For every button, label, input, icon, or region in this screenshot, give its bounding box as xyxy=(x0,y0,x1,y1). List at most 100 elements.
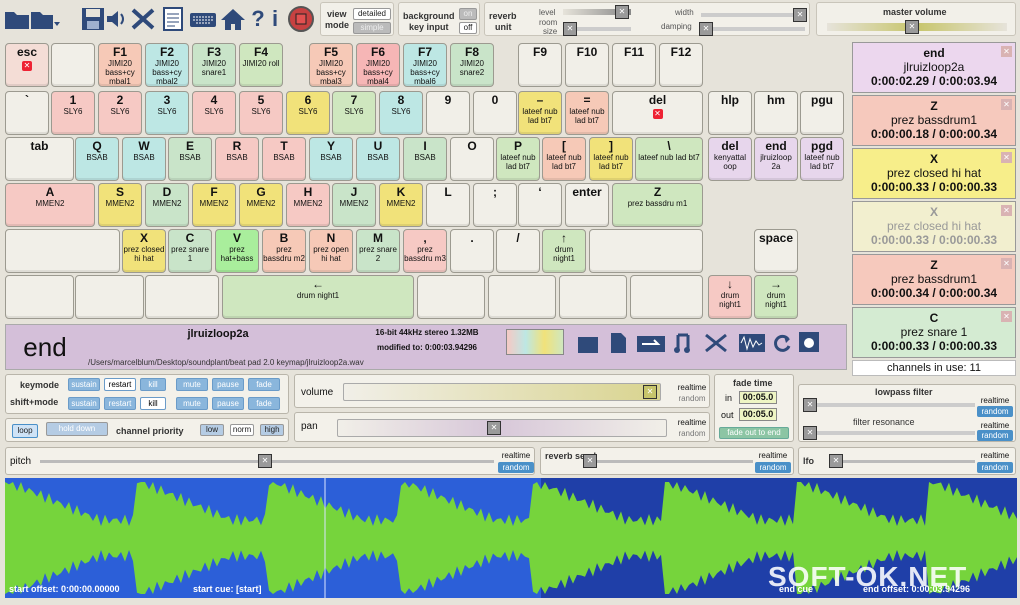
shift-sustain-button[interactable]: sustain xyxy=(68,397,100,410)
lfo-knob[interactable]: ✕ xyxy=(829,454,843,468)
key-47[interactable]: A MMEN2 xyxy=(5,183,95,227)
sustain-button[interactable]: sustain xyxy=(68,378,100,391)
keyboard-icon[interactable] xyxy=(188,3,218,35)
damping-knob[interactable]: ✕ xyxy=(699,22,713,36)
blank-key[interactable] xyxy=(589,229,703,273)
key-19[interactable]: 6 SLY6 xyxy=(286,91,330,135)
key-26[interactable]: del ✕ xyxy=(612,91,703,135)
key-68[interactable]: / xyxy=(496,229,540,273)
key-69[interactable]: ↑ drum night1 xyxy=(542,229,586,273)
key-5[interactable]: F5 JIMI20 bass+cy mbal3 xyxy=(309,43,353,87)
mute-button[interactable]: mute xyxy=(176,378,208,391)
key-39[interactable]: O xyxy=(450,137,494,181)
key-59[interactable]: Zprez bassdru m1 xyxy=(612,183,703,227)
key-11[interactable]: F11 xyxy=(612,43,656,87)
blank-key[interactable] xyxy=(630,275,703,319)
blank-key[interactable] xyxy=(488,275,556,319)
key-44[interactable]: del kenyattal oop xyxy=(708,137,752,181)
lowpass-random-button[interactable]: random xyxy=(977,406,1013,417)
key-46[interactable]: pgd lateef nub lad bt7 xyxy=(800,137,844,181)
key-52[interactable]: H MMEN2 xyxy=(286,183,330,227)
key-57[interactable]: ‘ xyxy=(518,183,562,227)
pan-slider[interactable] xyxy=(337,419,667,437)
room-size-knob[interactable]: ✕ xyxy=(563,22,577,36)
key-62[interactable]: Vprez hat+bass xyxy=(215,229,259,273)
key-16[interactable]: 3 SLY6 xyxy=(145,91,189,135)
blank-key[interactable] xyxy=(51,43,95,87)
key-12[interactable]: F12 xyxy=(659,43,703,87)
shift-pause-button[interactable]: pause xyxy=(212,397,244,410)
priority-low-button[interactable]: low xyxy=(200,424,224,436)
start-offset[interactable]: start offset: 0:00:00.00000 xyxy=(9,584,120,594)
key-28[interactable]: hm xyxy=(754,91,798,135)
view-detailed-button[interactable]: detailed xyxy=(353,8,391,20)
key-20[interactable]: 7 SLY6 xyxy=(332,91,376,135)
key-58[interactable]: enter xyxy=(565,183,609,227)
shift-mute-button[interactable]: mute xyxy=(176,397,208,410)
reverb-level-knob[interactable]: ✕ xyxy=(615,5,629,19)
pitch-knob[interactable]: ✕ xyxy=(258,454,272,468)
shift-restart-button[interactable]: restart xyxy=(104,397,136,410)
pause-button[interactable]: pause xyxy=(212,378,244,391)
key-35[interactable]: T BSAB xyxy=(262,137,306,181)
width-slider[interactable] xyxy=(701,13,805,17)
color-swatch-grid[interactable] xyxy=(506,329,564,355)
key-24[interactable]: – lateef nub lad bt7 xyxy=(518,91,562,135)
key-23[interactable]: 0 xyxy=(473,91,517,135)
key-43[interactable]: \ lateef nub lad bt7 xyxy=(635,137,703,181)
key-61[interactable]: Cprez snare 1 xyxy=(168,229,212,273)
key-clear-icon[interactable]: ✕ xyxy=(652,109,663,119)
resonance-slider[interactable] xyxy=(807,431,975,435)
width-knob[interactable]: ✕ xyxy=(793,8,807,22)
pitch-random-button[interactable]: random xyxy=(498,462,534,473)
key-48[interactable]: S MMEN2 xyxy=(98,183,142,227)
key-6[interactable]: F6 JIMI20 bass+cy mbal4 xyxy=(356,43,400,87)
folder-dropdown-icon[interactable] xyxy=(30,3,60,35)
pan-knob[interactable]: ✕ xyxy=(487,421,501,435)
key-input-off-button[interactable]: off xyxy=(459,22,477,34)
key-50[interactable]: F MMEN2 xyxy=(192,183,236,227)
key-65[interactable]: Mprez snare 2 xyxy=(356,229,400,273)
queue-slot[interactable]: Zprez bassdrum1 0:00:00.34 / 0:00:00.34 ✕ xyxy=(852,254,1016,305)
priority-norm-button[interactable]: norm xyxy=(230,424,254,436)
close-icon[interactable]: ✕ xyxy=(1001,46,1012,57)
background-on-button[interactable]: on xyxy=(459,8,477,20)
view-simple-button[interactable]: simple xyxy=(353,22,391,34)
key-40[interactable]: Plateef nub lad bt7 xyxy=(496,137,540,181)
close-icon[interactable]: ✕ xyxy=(1001,152,1012,163)
lowpass-slider[interactable] xyxy=(807,403,975,407)
reverb-send-slider[interactable] xyxy=(583,460,753,463)
key-53[interactable]: J MMEN2 xyxy=(332,183,376,227)
key-55[interactable]: L xyxy=(426,183,470,227)
key-9[interactable]: F9 xyxy=(518,43,562,87)
loop-arrow-icon[interactable] xyxy=(636,331,666,355)
key-33[interactable]: E BSAB xyxy=(168,137,212,181)
lowpass-knob[interactable]: ✕ xyxy=(803,398,817,412)
notes-icon[interactable] xyxy=(158,3,188,35)
resonance-knob[interactable]: ✕ xyxy=(803,426,817,440)
fade-in-value[interactable]: 00:05.0 xyxy=(739,391,777,404)
reverb-send-knob[interactable]: ✕ xyxy=(583,454,597,468)
shift-kill-button[interactable]: kill xyxy=(140,397,166,410)
loop-button[interactable]: loop xyxy=(12,424,38,438)
key-7[interactable]: F7 JIMI20 bass+cy mbal6 xyxy=(403,43,447,87)
fade-out-value[interactable]: 00:05.0 xyxy=(739,408,777,421)
damping-slider[interactable] xyxy=(701,27,805,31)
key-clear-icon[interactable]: ✕ xyxy=(22,61,32,71)
music-notes-icon[interactable] xyxy=(672,331,696,355)
scissors-icon[interactable] xyxy=(702,331,732,355)
key-21[interactable]: 8 SLY6 xyxy=(379,91,423,135)
key-41[interactable]: [lateef nub lad bt7 xyxy=(542,137,586,181)
master-volume-knob[interactable]: ✕ xyxy=(905,20,919,34)
close-icon[interactable]: ✕ xyxy=(1001,205,1012,216)
key-51[interactable]: G MMEN2 xyxy=(239,183,283,227)
folder-speaker-icon[interactable] xyxy=(576,331,600,355)
key-18[interactable]: 5 SLY6 xyxy=(239,91,283,135)
lfo-random-button[interactable]: random xyxy=(977,462,1013,473)
key-25[interactable]: = lateef nub lad bt7 xyxy=(565,91,609,135)
key-13[interactable]: ` xyxy=(5,91,49,135)
key-0[interactable]: esc ✕ xyxy=(5,43,49,87)
key-8[interactable]: F8 JIMI20 snare2 xyxy=(450,43,494,87)
key-49[interactable]: D MMEN2 xyxy=(145,183,189,227)
close-icon[interactable]: ✕ xyxy=(1001,258,1012,269)
